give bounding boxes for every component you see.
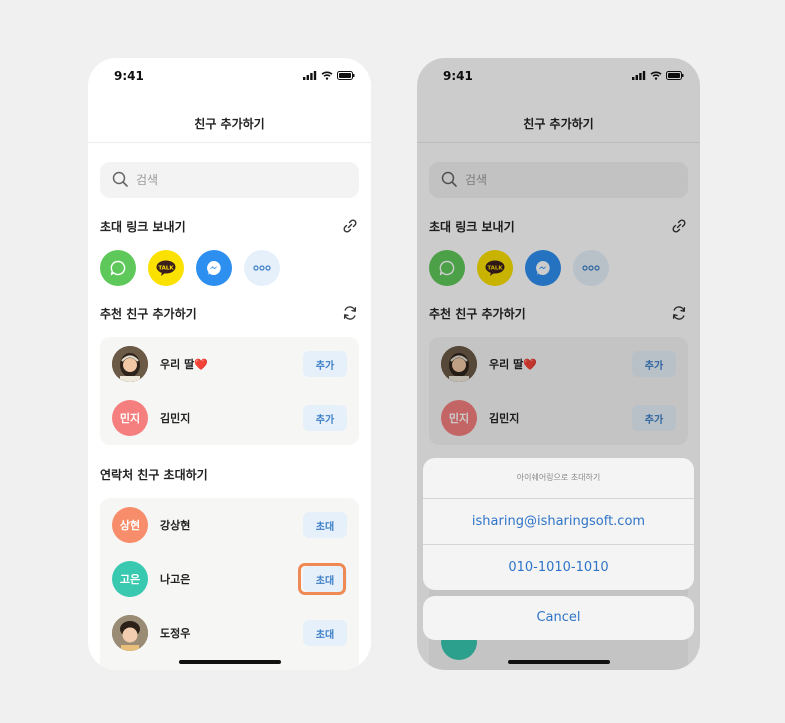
search-bar[interactable] <box>100 162 359 198</box>
signal-icon <box>303 71 317 80</box>
refresh-icon[interactable] <box>341 304 359 322</box>
cancel-button[interactable]: Cancel <box>423 596 694 640</box>
phone-screen-invite: 9:41 친구 추가하기 초대 링크 보내기 TALK 추천 친구 추가하기 <box>88 58 371 670</box>
add-friend-button[interactable]: 추가 <box>303 351 347 377</box>
link-icon[interactable] <box>341 217 359 235</box>
invite-via-email-option[interactable]: isharing@isharingsoft.com <box>423 499 694 544</box>
phone-screen-invite-sheet: 9:41 친구 추가하기 초대 링크 보내기 TALK 추천 친구 추가하기 <box>417 58 700 670</box>
list-item: 도정우 초대 <box>100 609 359 657</box>
chat-bubble-icon <box>110 260 126 276</box>
share-options: TALK <box>100 250 280 286</box>
status-indicators <box>303 71 355 80</box>
add-friend-button[interactable]: 추가 <box>303 405 347 431</box>
search-input[interactable] <box>136 170 336 190</box>
invite-button[interactable]: 초대 <box>303 512 347 538</box>
avatar-photo-girl <box>112 346 148 382</box>
contact-name: 도정우 <box>160 627 191 640</box>
kakaotalk-icon: TALK <box>156 260 176 276</box>
search-icon <box>112 171 128 187</box>
action-sheet-title: 아이쉐어링으로 초대하기 <box>423 458 694 499</box>
invite-button[interactable]: 초대 <box>303 566 347 592</box>
home-indicator <box>179 660 281 664</box>
section-title-invite-link: 초대 링크 보내기 <box>100 220 186 234</box>
friend-name: 김민지 <box>160 412 191 425</box>
invite-button[interactable]: 초대 <box>303 620 347 646</box>
list-item: 민지 김민지 추가 <box>100 394 359 442</box>
avatar-photo-boy <box>112 615 148 651</box>
share-more-button[interactable] <box>244 250 280 286</box>
share-messages-button[interactable] <box>100 250 136 286</box>
status-bar: 9:41 <box>88 58 371 98</box>
avatar-initials: 민지 <box>112 400 148 436</box>
home-indicator <box>508 660 610 664</box>
share-kakaotalk-button[interactable]: TALK <box>148 250 184 286</box>
more-icon <box>253 265 271 271</box>
avatar-initials: 상현 <box>112 507 148 543</box>
section-title-contacts: 연락처 친구 초대하기 <box>100 468 208 482</box>
kakaotalk-logo-text: TALK <box>158 265 174 271</box>
friend-name: 우리 딸❤️ <box>160 358 208 371</box>
page-title: 친구 추가하기 <box>194 117 265 131</box>
list-item: 상현 강상현 초대 <box>100 501 359 549</box>
wifi-icon <box>321 71 333 80</box>
battery-icon <box>337 71 355 80</box>
section-title-recommended: 추천 친구 추가하기 <box>100 307 197 321</box>
list-item: 고은 나고은 초대 <box>100 555 359 603</box>
list-item: 우리 딸❤️ 추가 <box>100 340 359 388</box>
messenger-icon <box>207 261 221 276</box>
contact-name: 나고은 <box>160 573 191 586</box>
invite-action-sheet: 아이쉐어링으로 초대하기 isharing@isharingsoft.com 0… <box>423 458 694 590</box>
contact-name: 강상현 <box>160 519 191 532</box>
recommended-friends-card: 우리 딸❤️ 추가 민지 김민지 추가 <box>100 337 359 445</box>
contacts-card: 상현 강상현 초대 고은 나고은 초대 도정우 초대 <box>100 498 359 670</box>
share-messenger-button[interactable] <box>196 250 232 286</box>
invite-via-phone-option[interactable]: 010-1010-1010 <box>423 544 694 590</box>
nav-bar: 친구 추가하기 <box>88 106 371 143</box>
avatar-initials: 고은 <box>112 561 148 597</box>
status-time: 9:41 <box>114 69 144 83</box>
